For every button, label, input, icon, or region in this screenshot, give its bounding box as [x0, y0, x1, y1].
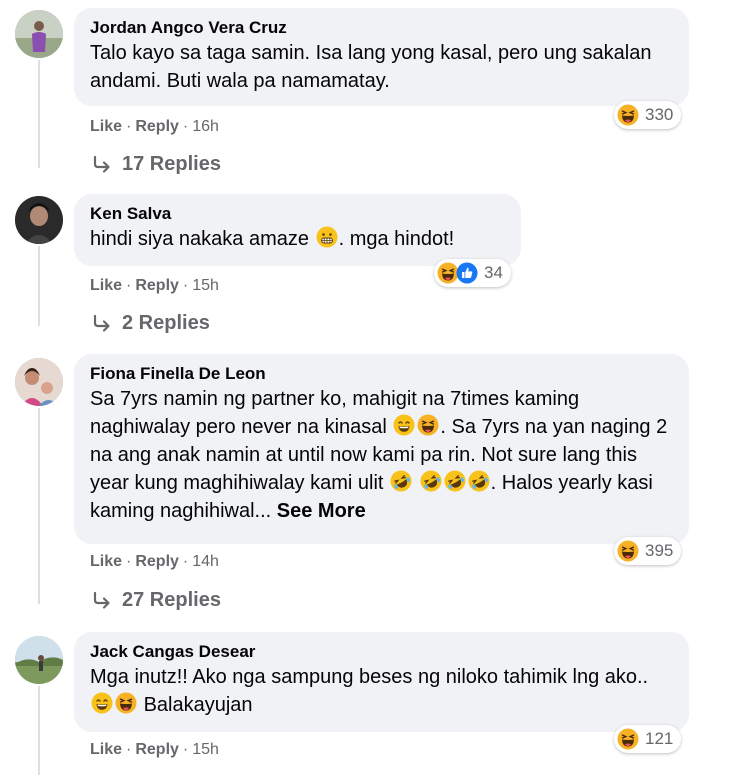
comment-text: Talo kayo sa taga samin. Isa lang yong k… — [90, 42, 652, 92]
grinning-emoji-icon — [393, 414, 415, 436]
comment-actions: Like · Reply · 15h — [90, 276, 219, 296]
reply-button[interactable]: Reply — [135, 553, 179, 570]
comment-bubble: Jordan Angco Vera Cruz Talo kayo sa taga… — [74, 8, 689, 106]
see-more-link[interactable]: See More — [277, 500, 366, 522]
thread-line — [38, 60, 40, 168]
avatar[interactable] — [15, 358, 63, 406]
like-button[interactable]: Like — [90, 277, 122, 294]
rofl-emoji-icon — [390, 470, 412, 492]
separator: · — [126, 118, 132, 135]
separator: · — [182, 553, 189, 570]
comment-actions: Like · Reply · 16h — [90, 117, 219, 137]
reaction-count: 330 — [645, 105, 674, 124]
comment-3: Fiona Finella De Leon Sa 7yrs namin ng p… — [0, 348, 750, 626]
like-reaction-icon — [456, 262, 478, 284]
reaction-count: 34 — [484, 263, 503, 282]
comment-bubble: Fiona Finella De Leon Sa 7yrs namin ng p… — [74, 354, 689, 544]
reply-button[interactable]: Reply — [135, 741, 179, 758]
thread-line — [38, 246, 40, 326]
comment-author[interactable]: Ken Salva — [90, 203, 505, 225]
comment-actions: Like · Reply · 15h — [90, 740, 219, 760]
comment-text: Mga inutz!! Ako nga sampung beses ng nil… — [90, 666, 649, 716]
grimace-emoji-icon — [316, 226, 338, 248]
separator: · — [182, 741, 189, 758]
like-button[interactable]: Like — [90, 741, 122, 758]
reply-arrow-icon — [92, 591, 112, 611]
timestamp[interactable]: 14h — [192, 553, 219, 570]
comment-bubble: Ken Salva hindi siya nakaka amaze . mga … — [74, 194, 521, 266]
rofl-emoji-icon — [444, 470, 466, 492]
grinning-emoji-icon — [91, 692, 113, 714]
reply-button[interactable]: Reply — [135, 118, 179, 135]
like-button[interactable]: Like — [90, 553, 122, 570]
separator: · — [126, 277, 132, 294]
timestamp[interactable]: 16h — [192, 118, 219, 135]
laughing-emoji-icon — [115, 692, 137, 714]
reaction-summary[interactable]: 34 — [434, 259, 511, 287]
thread-line — [38, 686, 40, 775]
reaction-count: 121 — [645, 729, 674, 748]
rofl-emoji-icon — [420, 470, 442, 492]
like-button[interactable]: Like — [90, 118, 122, 135]
avatar[interactable] — [15, 196, 63, 244]
comment-author[interactable]: Jordan Angco Vera Cruz — [90, 17, 673, 39]
haha-reaction-icon — [617, 728, 639, 750]
reaction-count: 395 — [645, 541, 674, 560]
haha-reaction-icon — [617, 104, 639, 126]
reply-arrow-icon — [92, 155, 112, 175]
reaction-summary[interactable]: 395 — [614, 537, 682, 565]
replies-label: 2 Replies — [122, 312, 210, 334]
comment-1: Jordan Angco Vera Cruz Talo kayo sa taga… — [0, 0, 750, 188]
separator: · — [182, 118, 189, 135]
separator: · — [126, 553, 132, 570]
view-replies-button[interactable]: 27 Replies — [92, 589, 221, 612]
view-replies-button[interactable]: 17 Replies — [92, 153, 221, 176]
separator: · — [182, 277, 189, 294]
reaction-summary[interactable]: 330 — [614, 101, 682, 129]
reply-button[interactable]: Reply — [135, 277, 179, 294]
replies-label: 27 Replies — [122, 589, 221, 611]
reaction-summary[interactable]: 121 — [614, 725, 682, 753]
avatar[interactable] — [15, 10, 63, 58]
view-replies-button[interactable]: 2 Replies — [92, 312, 210, 335]
comment-actions: Like · Reply · 14h — [90, 552, 219, 572]
timestamp[interactable]: 15h — [192, 741, 219, 758]
comment-text: Sa 7yrs namin ng partner ko, mahigit na … — [90, 388, 668, 522]
thread-line — [38, 408, 40, 604]
rofl-emoji-icon — [468, 470, 490, 492]
avatar[interactable] — [15, 636, 63, 684]
replies-label: 17 Replies — [122, 153, 221, 175]
comment-author[interactable]: Jack Cangas Desear — [90, 641, 673, 663]
separator: · — [126, 741, 132, 758]
comment-text: hindi siya nakaka amaze . mga hindot! — [90, 226, 455, 250]
comment-bubble: Jack Cangas Desear Mga inutz!! Ako nga s… — [74, 632, 689, 732]
timestamp[interactable]: 15h — [192, 277, 219, 294]
comment-2: Ken Salva hindi siya nakaka amaze . mga … — [0, 188, 750, 348]
comment-4: Jack Cangas Desear Mga inutz!! Ako nga s… — [0, 626, 750, 775]
reply-arrow-icon — [92, 314, 112, 334]
comment-author[interactable]: Fiona Finella De Leon — [90, 363, 673, 385]
laughing-emoji-icon — [417, 414, 439, 436]
haha-reaction-icon — [617, 540, 639, 562]
